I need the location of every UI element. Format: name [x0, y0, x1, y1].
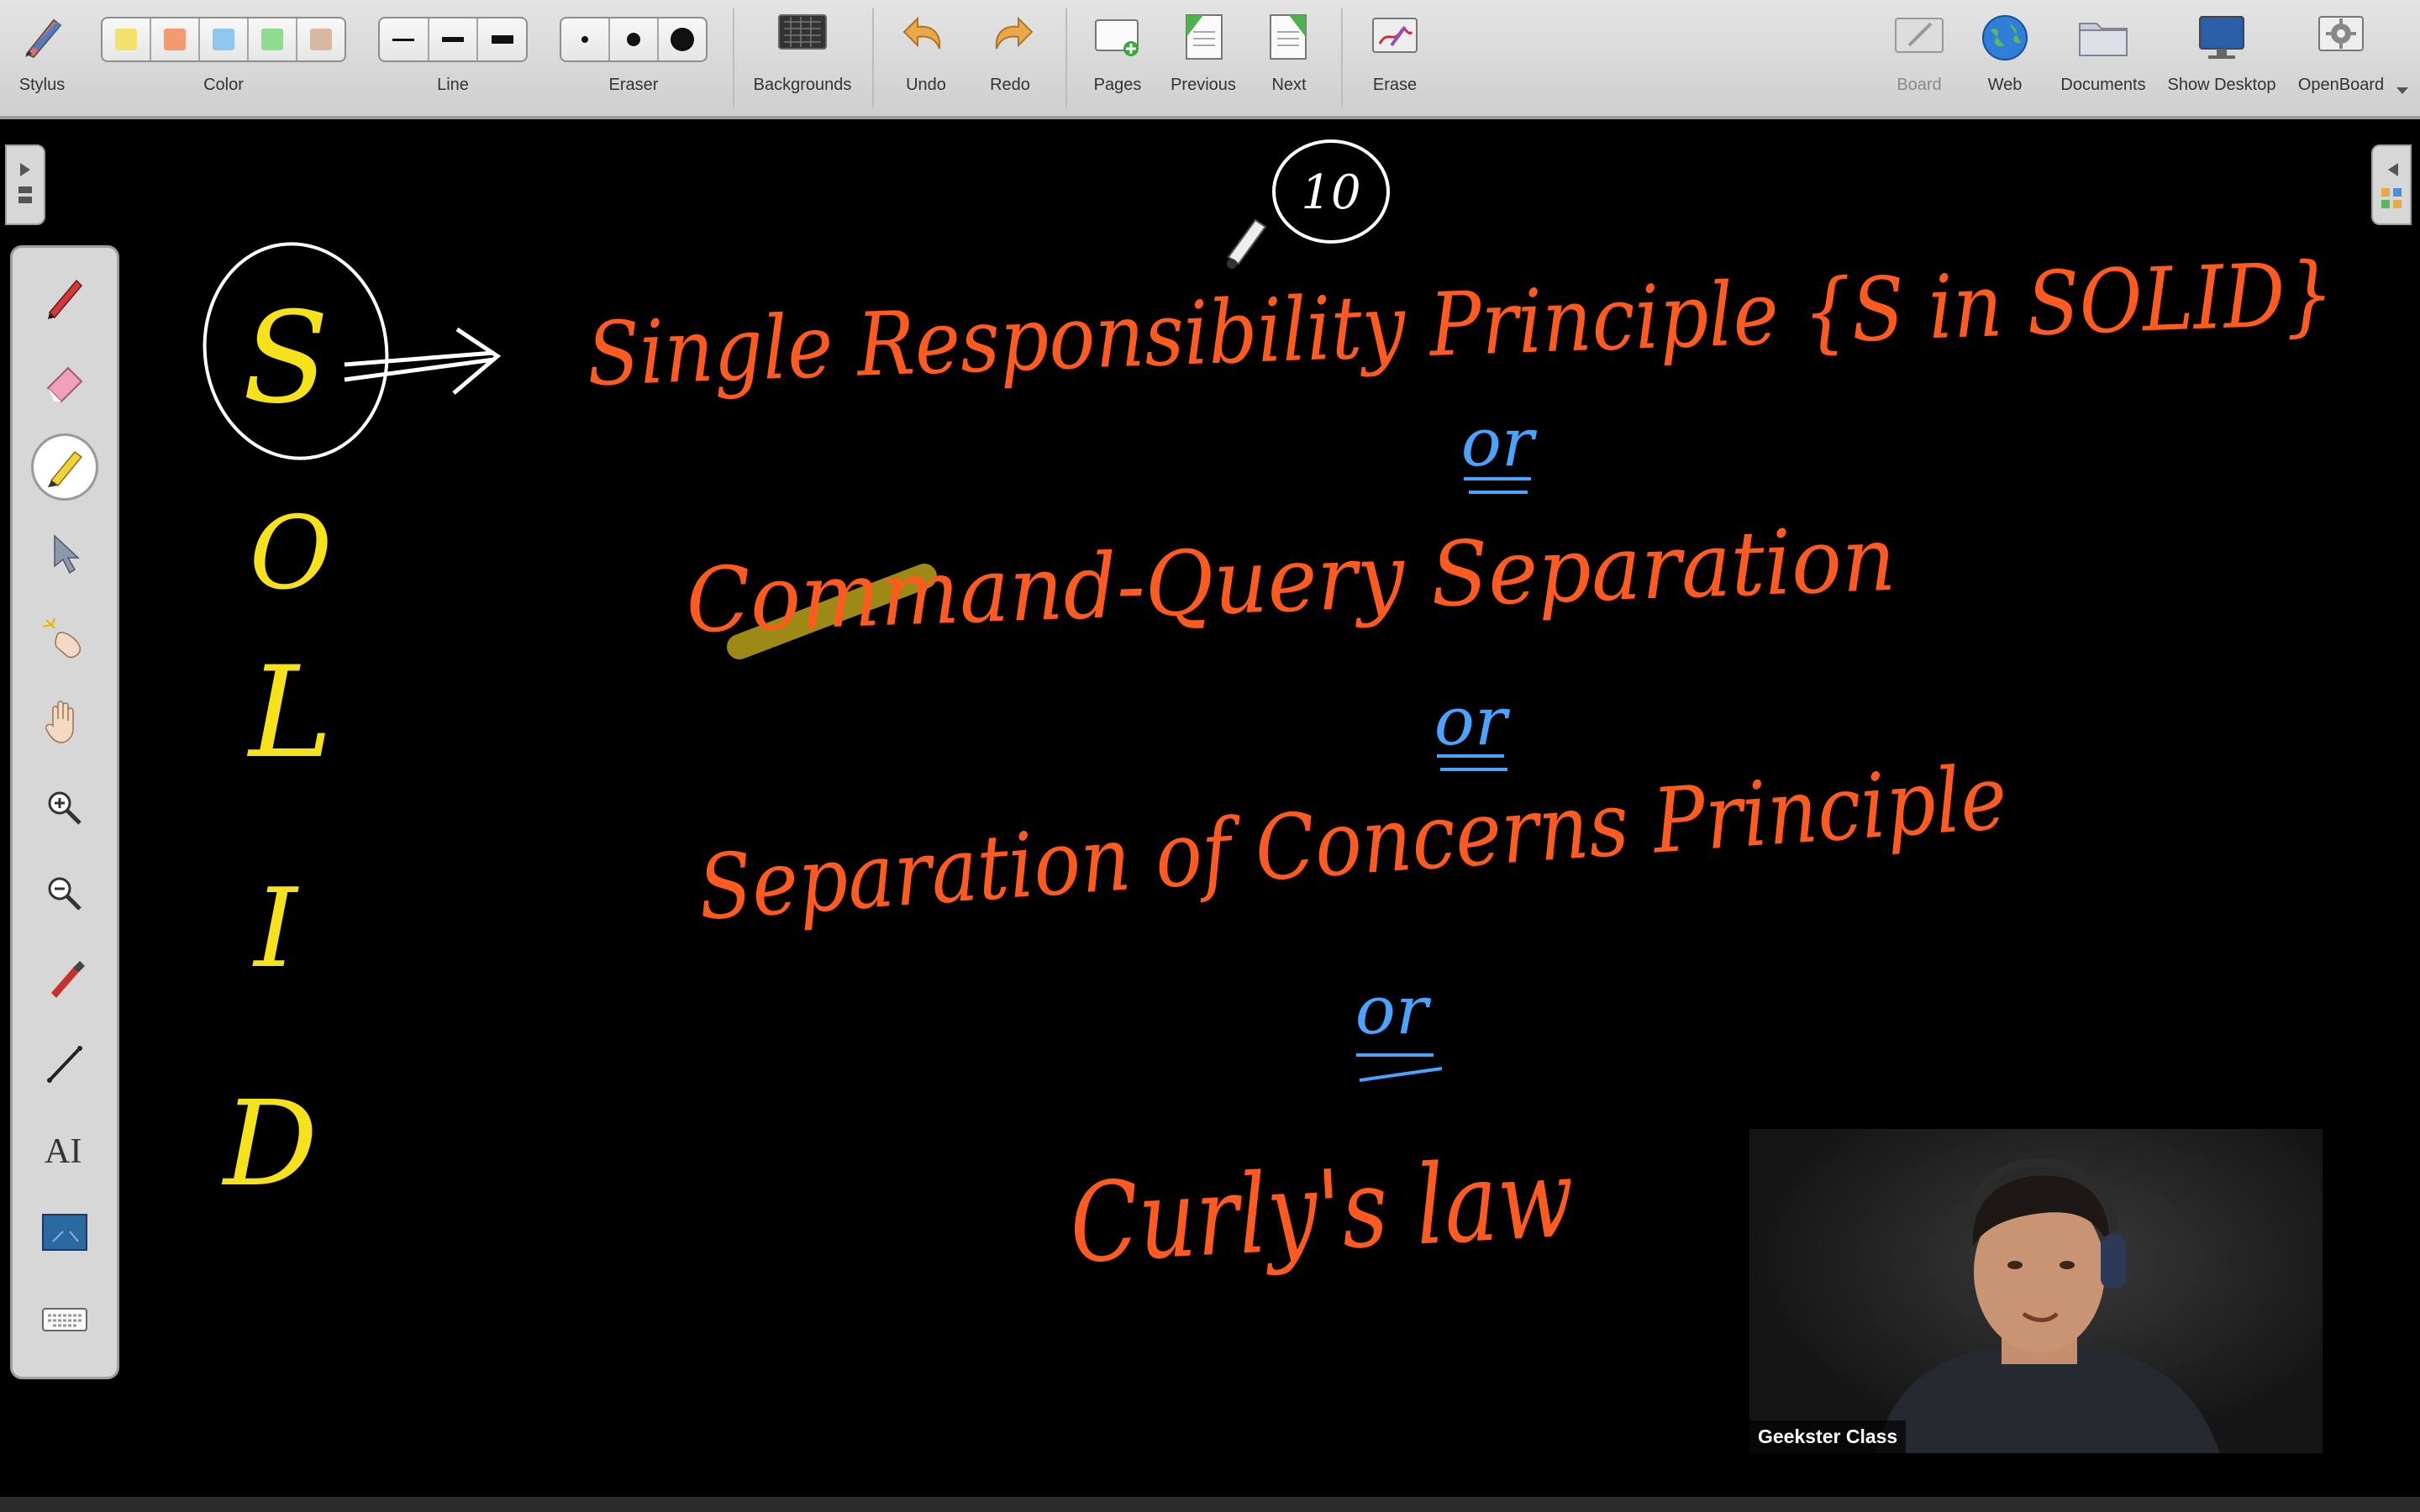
solid-letter-i: I [252, 864, 299, 992]
scp-heading: Separation of Concerns Principle [695, 745, 2010, 940]
srp-heading: Single Responsibility Principle {S in SO… [586, 242, 2336, 406]
or-label-1: or [1461, 403, 1538, 481]
or-label-2: or [1434, 682, 1511, 760]
curlys-law-heading: Curly's law [1067, 1134, 1577, 1288]
double-arrow [344, 327, 502, 395]
marker-cursor-icon [1227, 218, 1267, 269]
or-underline-3 [1356, 1053, 1443, 1082]
or-label-3: or [1355, 971, 1432, 1049]
solid-letter-d: D [221, 1076, 318, 1213]
page-number: 10 [1301, 165, 1360, 220]
bottom-strip [0, 1497, 2420, 1512]
participant-name: Geekster Class [1749, 1420, 1907, 1453]
video-tile[interactable]: Geekster Class [1749, 1129, 2323, 1453]
solid-letter-s: S [243, 286, 329, 432]
presenter-avatar [1876, 1158, 2220, 1453]
cqs-heading: Command-Query Separation [685, 507, 1897, 653]
solid-letter-o: O [250, 496, 332, 612]
solid-letter-l: L [246, 640, 333, 786]
